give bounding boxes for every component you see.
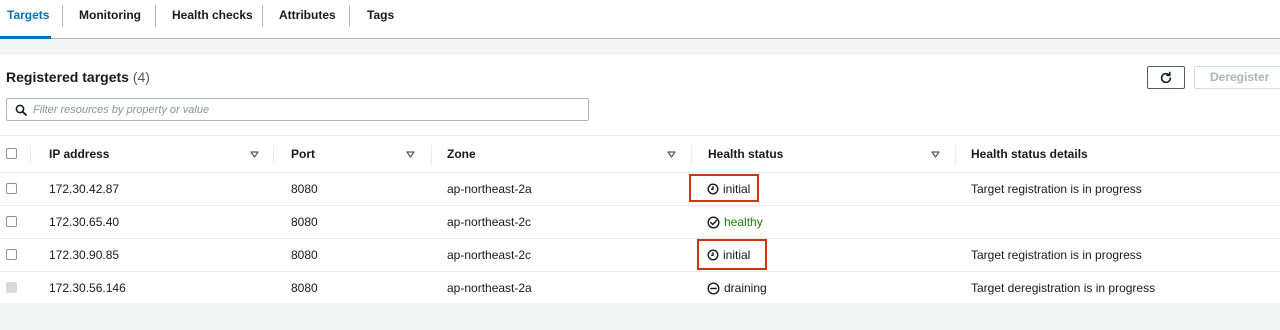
- row-checkbox[interactable]: [6, 183, 17, 194]
- ip-address-cell: 172.30.56.146: [49, 281, 126, 295]
- column-divider: [30, 145, 31, 165]
- table-row[interactable]: 172.30.90.85 8080 ap-northeast-2c initia…: [0, 239, 1280, 272]
- column-header-ip-address[interactable]: IP address: [49, 136, 109, 173]
- refresh-button[interactable]: [1147, 66, 1185, 89]
- health-status-details-cell: Target registration is in progress: [971, 248, 1142, 262]
- panel-title-text: Registered targets: [6, 69, 129, 85]
- tab-label: Tags: [367, 8, 395, 22]
- column-divider: [431, 145, 432, 165]
- sort-down-icon[interactable]: [406, 151, 415, 158]
- column-header-health-status-details: Health status details: [971, 147, 1088, 161]
- row-checkbox-disabled: [6, 282, 17, 293]
- column-divider: [273, 145, 274, 165]
- target-count: (4): [132, 69, 150, 85]
- tab-attributes[interactable]: Attributes: [262, 0, 336, 38]
- row-checkbox[interactable]: [6, 249, 17, 260]
- port-cell: 8080: [291, 281, 318, 295]
- health-status-text: healthy: [724, 215, 763, 229]
- column-divider: [955, 145, 956, 165]
- panel-title: Registered targets (4): [6, 69, 150, 85]
- ip-address-cell: 172.30.42.87: [49, 182, 120, 196]
- row-checkbox[interactable]: [6, 216, 17, 227]
- health-status: draining: [707, 272, 767, 304]
- ip-address-cell: 172.30.90.85: [49, 248, 120, 262]
- ip-address-cell: 172.30.65.40: [49, 215, 120, 229]
- highlight-box: [697, 239, 767, 270]
- zone-cell: ap-northeast-2a: [447, 281, 532, 295]
- table-row: 172.30.56.146 8080 ap-northeast-2a drain…: [0, 272, 1280, 303]
- health-status: healthy: [707, 206, 763, 238]
- sort-down-icon[interactable]: [667, 151, 676, 158]
- filter-input[interactable]: [33, 100, 583, 119]
- health-status-details-cell: Target deregistration is in progress: [971, 281, 1156, 295]
- tab-label: Attributes: [279, 8, 336, 22]
- health-status-text: draining: [724, 281, 767, 295]
- minus-circle-icon: [707, 281, 720, 295]
- column-divider: [691, 145, 692, 165]
- table-header: IP address Port Zone Health status Healt…: [0, 135, 1280, 173]
- filter-search-box[interactable]: [6, 98, 589, 121]
- health-status-details-cell: Target registration is in progress: [971, 182, 1142, 196]
- select-all-checkbox[interactable]: [6, 148, 17, 159]
- highlight-box: [689, 174, 759, 202]
- check-circle-icon: [707, 215, 720, 229]
- active-tab-indicator: [0, 36, 51, 39]
- deregister-button[interactable]: Deregister: [1194, 66, 1280, 89]
- tab-tags[interactable]: Tags: [350, 0, 394, 38]
- tab-label: Monitoring: [79, 8, 141, 22]
- tab-label: Targets: [7, 8, 50, 22]
- zone-cell: ap-northeast-2a: [447, 182, 532, 196]
- search-icon: [15, 104, 27, 116]
- column-header-port[interactable]: Port: [291, 136, 315, 173]
- port-cell: 8080: [291, 248, 318, 262]
- table-row[interactable]: 172.30.42.87 8080 ap-northeast-2a initia…: [0, 173, 1280, 206]
- table-row[interactable]: 172.30.65.40 8080 ap-northeast-2c health…: [0, 206, 1280, 239]
- tab-label: Health checks: [172, 8, 253, 22]
- tab-health-checks[interactable]: Health checks: [155, 0, 253, 38]
- tab-monitoring[interactable]: Monitoring: [62, 0, 141, 38]
- sort-down-icon[interactable]: [931, 151, 940, 158]
- sort-down-icon[interactable]: [250, 151, 259, 158]
- tab-targets[interactable]: Targets: [0, 0, 51, 39]
- refresh-icon: [1160, 71, 1172, 83]
- column-header-health-status[interactable]: Health status: [708, 136, 783, 173]
- port-cell: 8080: [291, 215, 318, 229]
- zone-cell: ap-northeast-2c: [447, 215, 532, 229]
- zone-cell: ap-northeast-2c: [447, 248, 532, 262]
- port-cell: 8080: [291, 182, 318, 196]
- registered-targets-panel: Registered targets (4) Deregister IP add…: [0, 53, 1280, 303]
- tab-bar: Targets Monitoring Health checks Attribu…: [0, 0, 1280, 39]
- column-header-zone[interactable]: Zone: [447, 136, 476, 173]
